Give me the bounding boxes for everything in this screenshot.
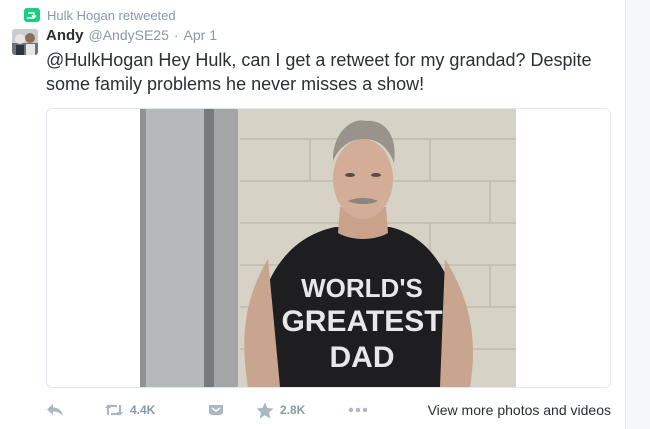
tweet-text-line: @HulkHogan Hey Hulk, can I get a retweet… <box>46 50 592 70</box>
retweet-button[interactable]: 4.4K <box>104 403 208 417</box>
like-button[interactable]: 2.8K <box>256 402 348 419</box>
like-count: 2.8K <box>280 403 306 417</box>
view-more-media-link[interactable]: View more photos and videos <box>428 402 611 418</box>
tweet: Hulk Hogan retweeted Andy @AndySE25 · Ap… <box>0 0 625 429</box>
avatar[interactable] <box>12 29 38 55</box>
star-icon <box>256 402 274 418</box>
shirt-text-line: GREATEST <box>281 305 442 338</box>
inbox-icon <box>209 405 223 415</box>
author-username[interactable]: @AndySE25 <box>89 27 169 43</box>
page-scrollbar[interactable] <box>625 0 650 429</box>
author-name[interactable]: Andy <box>46 27 84 44</box>
shirt-text-line: WORLD'S <box>301 273 423 303</box>
more-button[interactable] <box>348 407 368 413</box>
tweet-text: @HulkHogan Hey Hulk, can I get a retweet… <box>46 48 606 96</box>
dm-button[interactable] <box>208 404 256 416</box>
retweeter-link[interactable]: Hulk Hogan retweeted <box>47 8 176 23</box>
media-card[interactable]: WORLD'S GREATEST DAD <box>46 108 611 388</box>
reply-button[interactable] <box>46 403 104 417</box>
more-icon <box>348 407 368 413</box>
tweet-timestamp[interactable]: Apr 1 <box>184 27 217 43</box>
tweet-actions: 4.4K 2.8K View more photos and videos <box>46 398 611 422</box>
retweet-context: Hulk Hogan retweeted <box>24 7 176 23</box>
retweet-icon <box>105 404 123 416</box>
shirt-text-line: DAD <box>330 341 395 374</box>
tweet-text-line: some family problems he never misses a s… <box>46 74 425 94</box>
tweet-header: Andy @AndySE25 · Apr 1 <box>46 27 217 44</box>
separator: · <box>173 27 179 43</box>
man-in-shirt-photo[interactable]: WORLD'S GREATEST DAD <box>140 109 516 387</box>
retweet-icon <box>24 8 40 22</box>
retweet-count: 4.4K <box>130 403 156 417</box>
reply-icon <box>47 404 63 416</box>
